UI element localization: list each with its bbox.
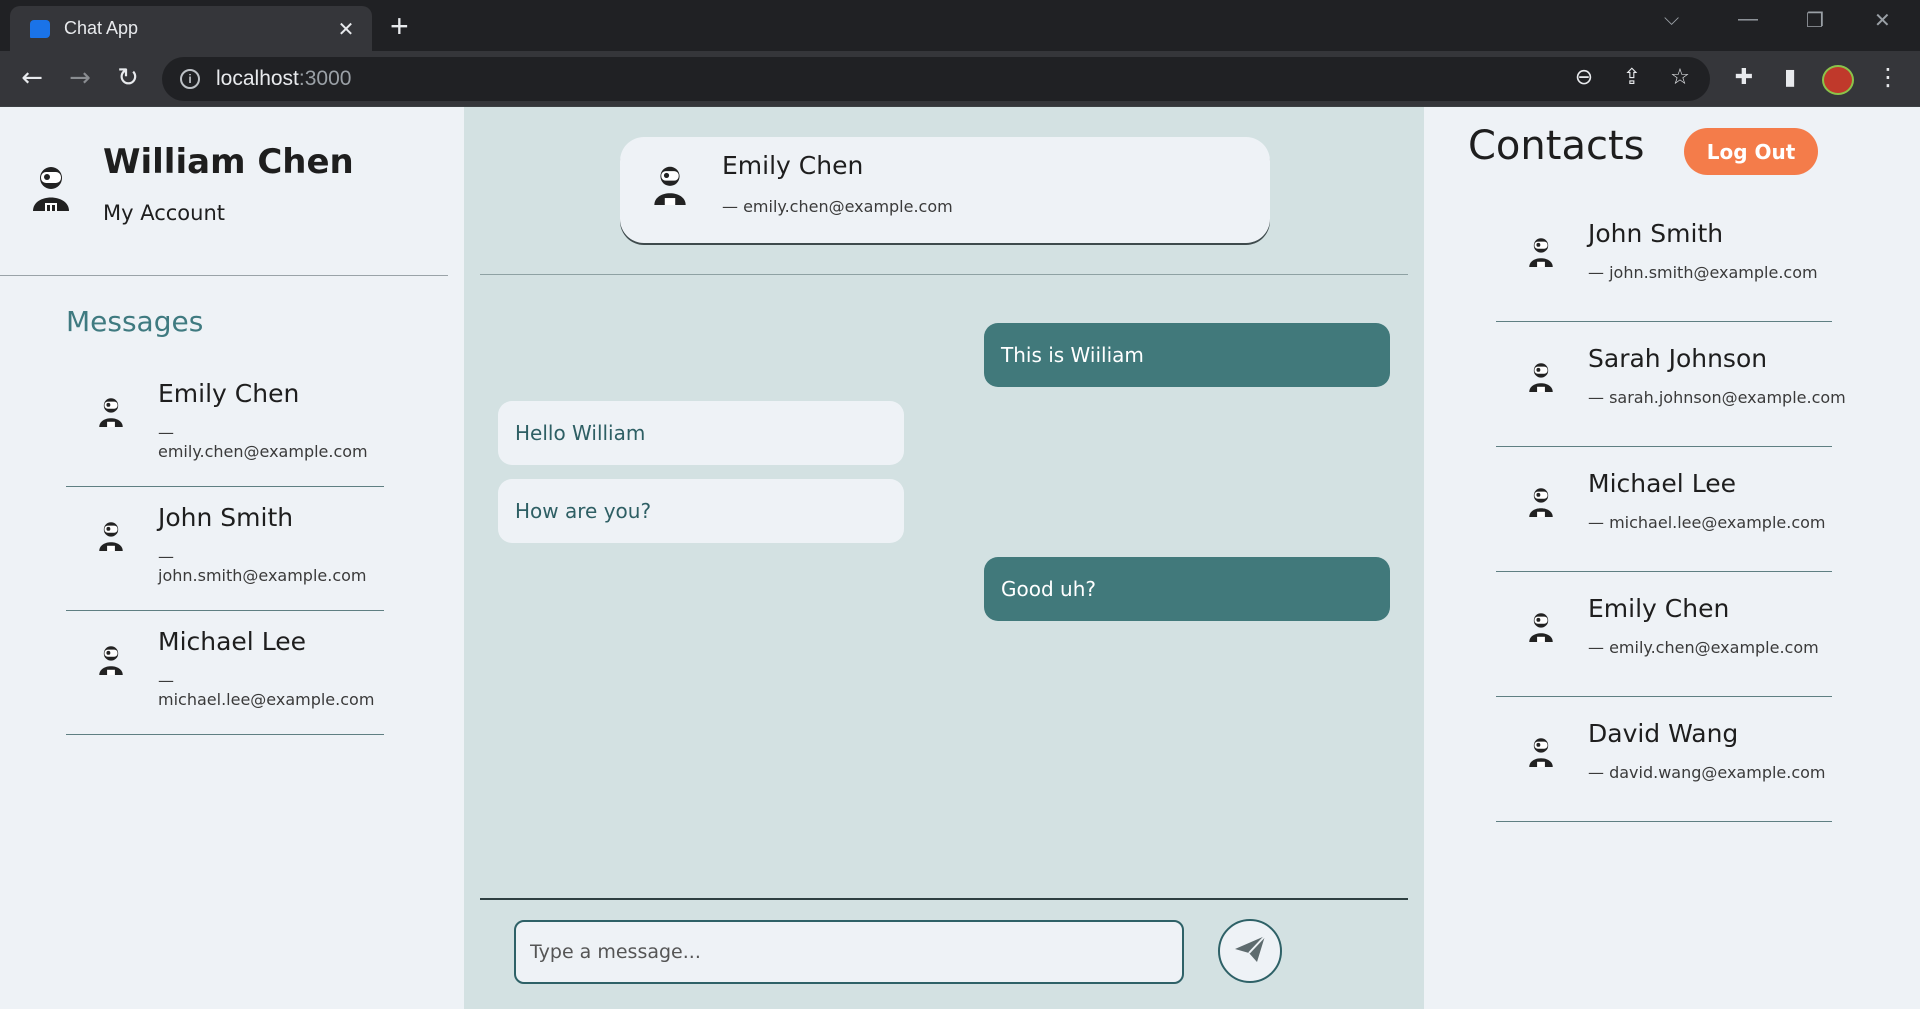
forward-icon[interactable]: → <box>64 63 96 93</box>
address-bar[interactable]: i localhost:3000 ⊖ ⇪ ☆ <box>162 57 1710 101</box>
share-icon[interactable]: ⇪ <box>1618 65 1646 90</box>
contact-name: David Wang <box>1588 719 1739 748</box>
chrome-menu-icon[interactable]: ⋮ <box>1872 63 1904 91</box>
contact-item[interactable]: Michael Lee — michael.lee@example.com <box>1496 447 1832 572</box>
contact-list: John Smith — john.smith@example.com Sara… <box>1496 197 1846 822</box>
chat-favicon-icon <box>30 19 50 38</box>
contact-item[interactable]: David Wang — david.wang@example.com <box>1496 697 1832 822</box>
user-icon <box>1526 360 1556 394</box>
restore-icon[interactable]: ❐ <box>1806 8 1824 33</box>
contact-name: Michael Lee <box>1588 469 1736 498</box>
chat-partner-email: — emily.chen@example.com <box>722 197 953 216</box>
message-bubble-outgoing: Good uh? <box>984 557 1390 621</box>
conversation-list: Emily Chen — emily.chen@example.com John… <box>66 363 384 735</box>
contact-name: John Smith <box>1588 219 1724 248</box>
bookmark-star-icon[interactable]: ☆ <box>1666 65 1694 90</box>
tab-close-icon[interactable]: ✕ <box>334 17 358 41</box>
contacts-panel: Contacts Log Out John Smith — john.smith… <box>1424 107 1920 1009</box>
browser-toolbar: ← → ↻ i localhost:3000 ⊖ ⇪ ☆ ✚ ▮ ⋮ <box>0 51 1920 107</box>
conversation-email: — michael.lee@example.com <box>158 671 375 709</box>
chat-panel: Emily Chen — emily.chen@example.com This… <box>464 107 1424 1009</box>
user-icon <box>650 163 690 207</box>
contacts-heading: Contacts <box>1468 123 1645 169</box>
my-name: William Chen <box>103 142 354 182</box>
contact-item[interactable]: Emily Chen — emily.chen@example.com <box>1496 572 1832 697</box>
tab-title: Chat App <box>64 18 139 38</box>
zoom-out-icon[interactable]: ⊖ <box>1570 65 1598 90</box>
user-icon <box>28 163 74 213</box>
browser-tab[interactable]: Chat App ✕ <box>10 6 372 51</box>
conversation-email: — john.smith@example.com <box>158 547 367 585</box>
new-tab-button[interactable]: + <box>390 8 409 45</box>
message-bubble-incoming: How are you? <box>498 479 904 543</box>
my-avatar <box>28 163 74 213</box>
conversation-item[interactable]: Michael Lee — michael.lee@example.com <box>66 611 384 735</box>
logout-button[interactable]: Log Out <box>1684 128 1818 175</box>
user-icon <box>1526 610 1556 644</box>
close-window-icon[interactable]: ✕ <box>1874 8 1891 33</box>
conversation-name: Michael Lee <box>158 627 306 656</box>
user-icon <box>96 519 126 553</box>
user-icon <box>96 395 126 429</box>
tab-search-icon[interactable]: ⌵ <box>1664 8 1679 31</box>
site-info-icon[interactable]: i <box>180 69 200 89</box>
contact-item[interactable]: John Smith — john.smith@example.com <box>1496 197 1832 322</box>
contact-email: — sarah.johnson@example.com <box>1588 388 1846 407</box>
contact-email: — john.smith@example.com <box>1588 263 1818 282</box>
conversation-item[interactable]: Emily Chen — emily.chen@example.com <box>66 363 384 487</box>
message-bubble-incoming: Hello William <box>498 401 904 465</box>
messages-heading: Messages <box>66 305 204 338</box>
side-panel-icon[interactable]: ▮ <box>1774 65 1806 90</box>
extensions-icon[interactable]: ✚ <box>1728 65 1760 90</box>
divider <box>480 898 1408 900</box>
conversation-item[interactable]: John Smith — john.smith@example.com <box>66 487 384 611</box>
conversation-email: — emily.chen@example.com <box>158 423 368 461</box>
back-icon[interactable]: ← <box>16 63 48 93</box>
divider <box>0 275 448 276</box>
message-input[interactable] <box>514 920 1184 984</box>
contact-email: — david.wang@example.com <box>1588 763 1826 782</box>
chat-partner-name: Emily Chen <box>722 151 864 180</box>
browser-tab-strip: Chat App ✕ + ⌵ — ❐ ✕ <box>0 0 1920 51</box>
chat-header: Emily Chen — emily.chen@example.com <box>620 137 1270 243</box>
contact-email: — emily.chen@example.com <box>1588 638 1819 657</box>
contact-email: — michael.lee@example.com <box>1588 513 1826 532</box>
divider <box>480 274 1408 275</box>
reload-icon[interactable]: ↻ <box>112 63 144 93</box>
message-bubble-outgoing: This is Wiiliam <box>984 323 1390 387</box>
contact-item[interactable]: Sarah Johnson — sarah.johnson@example.co… <box>1496 322 1846 447</box>
user-icon <box>1526 485 1556 519</box>
conversation-name: Emily Chen <box>158 379 300 408</box>
contact-name: Emily Chen <box>1588 594 1730 623</box>
user-icon <box>1526 735 1556 769</box>
left-sidebar: William Chen My Account Messages Emily C… <box>0 107 464 1009</box>
conversation-name: John Smith <box>158 503 294 532</box>
url-host: localhost <box>216 67 299 90</box>
url-port: :3000 <box>298 67 352 90</box>
send-button[interactable] <box>1218 919 1282 983</box>
send-icon <box>1233 934 1267 968</box>
profile-avatar[interactable] <box>1822 65 1854 95</box>
my-account-link[interactable]: My Account <box>103 201 225 225</box>
chat-app: William Chen My Account Messages Emily C… <box>0 107 1920 1009</box>
minimize-icon[interactable]: — <box>1738 8 1758 31</box>
user-icon <box>96 643 126 677</box>
user-icon <box>1526 235 1556 269</box>
contact-name: Sarah Johnson <box>1588 344 1768 373</box>
